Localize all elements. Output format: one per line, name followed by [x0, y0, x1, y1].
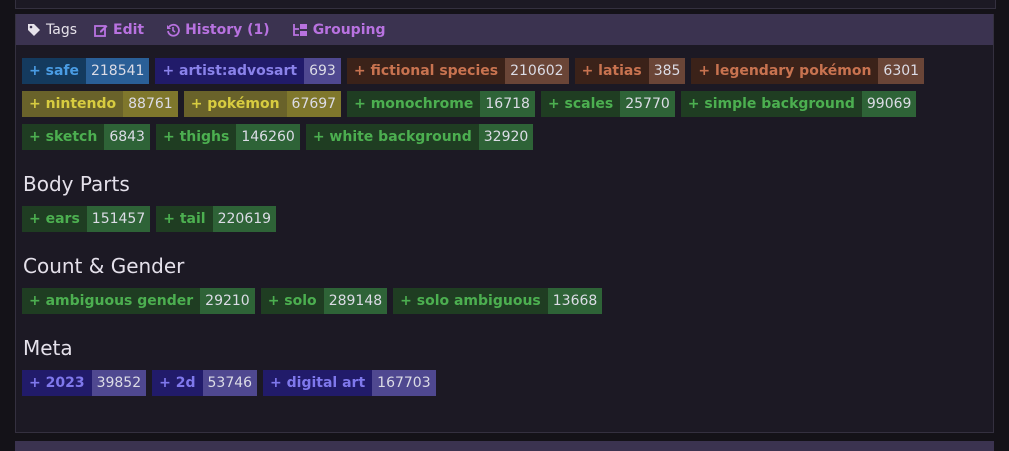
group-heading: Body Parts — [23, 172, 130, 196]
tag-name: + safe — [22, 58, 86, 84]
tags-header: Tags Edit History (1) Grouping — [16, 14, 993, 45]
tag-name: + monochrome — [347, 91, 481, 117]
tag-solo-ambiguous[interactable]: + solo ambiguous 13668 — [393, 288, 603, 314]
tag-count: 88761 — [123, 91, 178, 117]
history-icon — [167, 23, 180, 37]
tags-panel: Tags Edit History (1) Grouping + safe 218… — [15, 14, 994, 433]
tag-count: 289148 — [323, 288, 388, 314]
tag-name: + solo ambiguous — [393, 288, 548, 314]
tag-name: + ears — [22, 206, 87, 232]
tag-count: 29210 — [200, 288, 255, 314]
tag-tail[interactable]: + tail 220619 — [156, 206, 277, 232]
history-label: History (1) — [185, 21, 270, 38]
tag-scales[interactable]: + scales 25770 — [540, 91, 675, 117]
tag-name: + simple background — [680, 91, 862, 117]
tag-digital-art[interactable]: + digital art 167703 — [263, 370, 436, 396]
tag-name: + digital art — [263, 370, 373, 396]
tag-count: 218541 — [85, 58, 150, 84]
tag-name: + fictional species — [346, 58, 506, 84]
tag-count: 53746 — [202, 370, 258, 396]
tag-solo[interactable]: + solo 289148 — [260, 288, 388, 314]
grouping-label: Grouping — [312, 21, 386, 38]
tag-sketch[interactable]: + sketch 6843 — [22, 124, 150, 150]
grouping-icon — [292, 23, 307, 36]
tag-name: + 2023 — [22, 370, 92, 396]
tag-name: + solo — [260, 288, 324, 314]
tag-name: + nintendo — [22, 91, 124, 117]
tag-count: 25770 — [620, 91, 675, 117]
group-tag-list: + 2023 39852 + 2d 53746 + digital art 167703 — [22, 370, 982, 396]
tag-count: 151457 — [86, 206, 151, 232]
main-tag-list: + safe 218541 + artist:advosart 693 + fictio… — [22, 58, 982, 150]
tag-simple-background[interactable]: + simple background 99069 — [680, 91, 917, 117]
group-heading: Count & Gender — [23, 254, 185, 278]
tag-name: + sketch — [22, 124, 105, 150]
tag-white-background[interactable]: + white background 32920 — [305, 124, 534, 150]
tag-pok-mon[interactable]: + pokémon 67697 — [183, 91, 342, 117]
tag-count: 693 — [304, 58, 341, 84]
group-tag-list: + ambiguous gender 29210 + solo 289148 + sol… — [22, 288, 982, 314]
group-heading: Meta — [23, 336, 73, 360]
page-gutter — [0, 0, 14, 447]
previous-panel — [15, 0, 996, 9]
edit-icon — [94, 24, 108, 37]
tag-name: + thighs — [155, 124, 237, 150]
tag-safe[interactable]: + safe 218541 — [22, 58, 150, 84]
tag-ambiguous-gender[interactable]: + ambiguous gender 29210 — [22, 288, 255, 314]
next-panel-header — [15, 441, 994, 451]
tags-title: Tags — [27, 22, 77, 38]
tag-name: + white background — [305, 124, 479, 150]
tag-name: + pokémon — [183, 91, 287, 117]
tag-thighs[interactable]: + thighs 146260 — [155, 124, 300, 150]
tag-legendary-pok-mon[interactable]: + legendary pokémon 6301 — [691, 58, 925, 84]
edit-button[interactable]: Edit — [94, 22, 144, 38]
history-button[interactable]: History (1) — [166, 22, 270, 38]
tag-count: 146260 — [236, 124, 300, 150]
tag-count: 6301 — [878, 58, 925, 84]
tag-name: + tail — [156, 206, 213, 232]
tag-latias[interactable]: + latias 385 — [574, 58, 686, 84]
tag-count: 16718 — [480, 91, 535, 117]
tag-ears[interactable]: + ears 151457 — [22, 206, 151, 232]
tag-name: + 2d — [152, 370, 203, 396]
tag-count: 67697 — [286, 91, 342, 117]
tag-nintendo[interactable]: + nintendo 88761 — [22, 91, 178, 117]
tag-name: + scales — [540, 91, 621, 117]
group-tag-list: + ears 151457 + tail 220619 — [22, 206, 982, 232]
tag-name: + latias — [574, 58, 649, 84]
tag-monochrome[interactable]: + monochrome 16718 — [347, 91, 535, 117]
tag-count: 39852 — [91, 370, 147, 396]
tag-artist-advosart[interactable]: + artist:advosart 693 — [155, 58, 341, 84]
tag-count: 385 — [648, 58, 686, 84]
grouping-button[interactable]: Grouping — [292, 21, 386, 38]
tags-body: + safe 218541 + artist:advosart 693 + fictio… — [16, 45, 993, 396]
tag-count: 99069 — [861, 91, 917, 117]
tag-fictional-species[interactable]: + fictional species 210602 — [346, 58, 569, 84]
tag-name: + artist:advosart — [155, 58, 305, 84]
tag-count: 13668 — [547, 288, 603, 314]
edit-label: Edit — [113, 21, 145, 38]
tag-count: 210602 — [505, 58, 569, 84]
tag-name: + legendary pokémon — [691, 58, 879, 84]
tag-count: 32920 — [478, 124, 534, 150]
tag-count: 6843 — [104, 124, 150, 150]
tag-name: + ambiguous gender — [22, 288, 201, 314]
tag-count: 220619 — [212, 206, 277, 232]
tag-2d[interactable]: + 2d 53746 — [152, 370, 258, 396]
tags-label: Tags — [46, 21, 77, 38]
tag-icon — [28, 23, 40, 36]
tag-2023[interactable]: + 2023 39852 — [22, 370, 147, 396]
tag-count: 167703 — [372, 370, 436, 396]
